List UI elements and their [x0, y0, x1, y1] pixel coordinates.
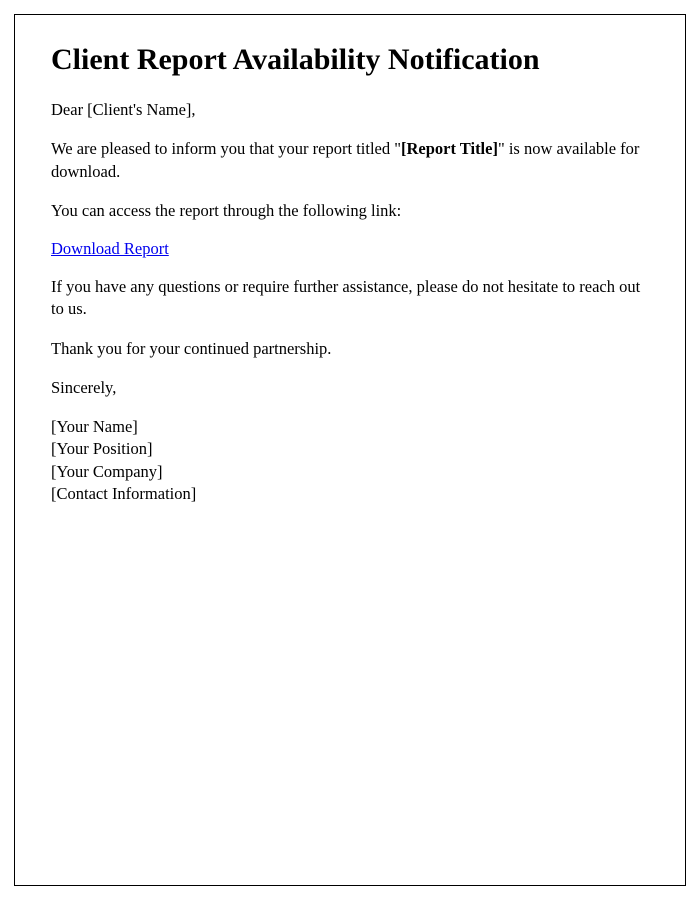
signature-name: [Your Name] [51, 416, 649, 438]
thanks-paragraph: Thank you for your continued partnership… [51, 338, 649, 360]
page-title: Client Report Availability Notification [51, 43, 649, 77]
closing-line: Sincerely, [51, 377, 649, 399]
signature-company: [Your Company] [51, 461, 649, 483]
signature-contact: [Contact Information] [51, 483, 649, 505]
signature-block: [Your Name] [Your Position] [Your Compan… [51, 416, 649, 505]
report-title-placeholder: [Report Title] [401, 139, 498, 158]
salutation-line: Dear [Client's Name], [51, 99, 649, 121]
download-report-link[interactable]: Download Report [51, 239, 169, 258]
document-page: Client Report Availability Notification … [14, 14, 686, 886]
download-link-wrapper: Download Report [51, 239, 649, 259]
assistance-paragraph: If you have any questions or require fur… [51, 276, 649, 321]
signature-position: [Your Position] [51, 438, 649, 460]
intro-paragraph: We are pleased to inform you that your r… [51, 138, 649, 183]
access-instruction: You can access the report through the fo… [51, 200, 649, 222]
intro-prefix: We are pleased to inform you that your r… [51, 139, 401, 158]
